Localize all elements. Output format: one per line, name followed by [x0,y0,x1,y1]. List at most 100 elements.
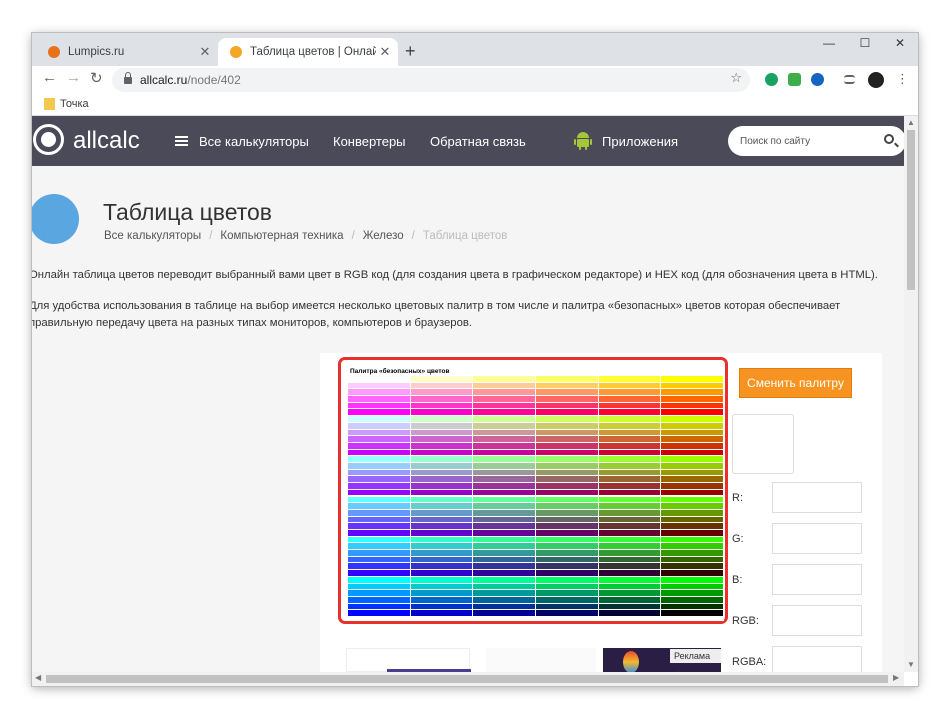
palette-cell[interactable] [348,422,410,429]
palette-cell[interactable] [536,543,598,550]
reload-icon[interactable]: ↻ [90,69,103,87]
palette-cell[interactable] [598,603,661,610]
palette-cell[interactable] [410,509,473,516]
palette-cell[interactable] [410,396,473,402]
close-window-button[interactable]: ✕ [882,33,918,55]
palette-cell[interactable] [410,449,473,456]
palette-cell[interactable] [348,416,410,422]
palette-cell[interactable] [598,556,661,563]
palette-cell[interactable] [598,456,661,463]
palette-cell[interactable] [410,483,473,489]
palette-cell[interactable] [661,376,723,382]
palette-cell[interactable] [473,489,535,496]
palette-cell[interactable] [473,469,535,476]
palette-cell[interactable] [473,576,535,583]
android-icon[interactable] [574,130,592,150]
palette-cell[interactable] [410,463,473,469]
palette-cell[interactable] [410,389,473,396]
palette-cell[interactable] [348,469,410,476]
palette-cell[interactable] [661,483,723,489]
palette-cell[interactable] [661,603,723,610]
palette-cell[interactable] [410,590,473,596]
palette-cell[interactable] [598,463,661,469]
palette-cell[interactable] [536,376,598,382]
palette-cell[interactable] [661,576,723,583]
palette-cell[interactable] [348,476,410,483]
palette-cell[interactable] [348,570,410,576]
palette-cell[interactable] [536,590,598,596]
change-palette-button[interactable]: Сменить палитру [739,368,852,398]
palette-cell[interactable] [473,442,535,449]
palette-cell[interactable] [661,409,723,416]
palette-cell[interactable] [473,476,535,483]
palette-cell[interactable] [410,576,473,583]
palette-cell[interactable] [473,396,535,402]
palette-cell[interactable] [410,529,473,536]
ad-banner-1[interactable] [346,648,471,672]
palette-cell[interactable] [598,396,661,402]
palette-cell[interactable] [348,563,410,570]
palette-cell[interactable] [348,442,410,449]
palette-cell[interactable] [473,509,535,516]
palette-cell[interactable] [536,536,598,543]
scroll-right-icon[interactable]: ▶ [893,673,899,682]
palette-cell[interactable] [410,583,473,590]
palette-cell[interactable] [410,503,473,509]
profile-avatar[interactable] [868,72,884,88]
palette-cell[interactable] [348,543,410,550]
palette-cell[interactable] [410,429,473,436]
palette-cell[interactable] [410,543,473,550]
palette-cell[interactable] [536,422,598,429]
palette-cell[interactable] [536,489,598,496]
palette-cell[interactable] [661,469,723,476]
palette-cell[interactable] [348,523,410,529]
palette-cell[interactable] [348,456,410,463]
palette-cell[interactable] [348,389,410,396]
palette-cell[interactable] [598,576,661,583]
palette-cell[interactable] [348,503,410,509]
media-list-icon[interactable] [844,75,855,84]
palette-cell[interactable] [536,523,598,529]
palette-cell[interactable] [473,436,535,442]
palette-cell[interactable] [536,469,598,476]
rgba-value-field[interactable] [772,646,862,672]
extension-check-icon[interactable] [788,73,801,86]
palette-cell[interactable] [536,416,598,422]
palette-cell[interactable] [410,382,473,389]
palette-cell[interactable] [536,610,598,616]
palette-cell[interactable] [473,603,535,610]
palette-cell[interactable] [473,556,535,563]
palette-cell[interactable] [473,570,535,576]
palette-cell[interactable] [473,523,535,529]
palette-cell[interactable] [536,550,598,556]
vertical-scrollbar[interactable]: ▲ ▼ [904,116,918,672]
palette-cell[interactable] [536,529,598,536]
palette-cell[interactable] [348,489,410,496]
nav-apps[interactable]: Приложения [602,134,678,149]
breadcrumb-all-calculators[interactable]: Все калькуляторы [104,230,201,242]
palette-cell[interactable] [473,563,535,570]
palette-cell[interactable] [348,590,410,596]
palette-cell[interactable] [661,503,723,509]
palette-cell[interactable] [598,516,661,523]
palette-cell[interactable] [536,429,598,436]
palette-cell[interactable] [536,409,598,416]
palette-cell[interactable] [598,409,661,416]
palette-cell[interactable] [661,449,723,456]
palette-cell[interactable] [661,422,723,429]
address-bar[interactable]: allcalc.ru/node/402 ☆ [112,68,750,92]
palette-cell[interactable] [348,556,410,563]
close-tab-icon[interactable]: ✕ [196,44,214,60]
palette-cell[interactable] [473,422,535,429]
palette-cell[interactable] [598,496,661,503]
palette-cell[interactable] [661,543,723,550]
palette-cell[interactable] [410,409,473,416]
palette-cell[interactable] [473,449,535,456]
palette-cell[interactable] [661,436,723,442]
palette-cell[interactable] [661,396,723,402]
palette-cell[interactable] [348,376,410,382]
palette-cell[interactable] [348,382,410,389]
palette-cell[interactable] [410,610,473,616]
palette-cell[interactable] [536,596,598,603]
palette-cell[interactable] [536,570,598,576]
